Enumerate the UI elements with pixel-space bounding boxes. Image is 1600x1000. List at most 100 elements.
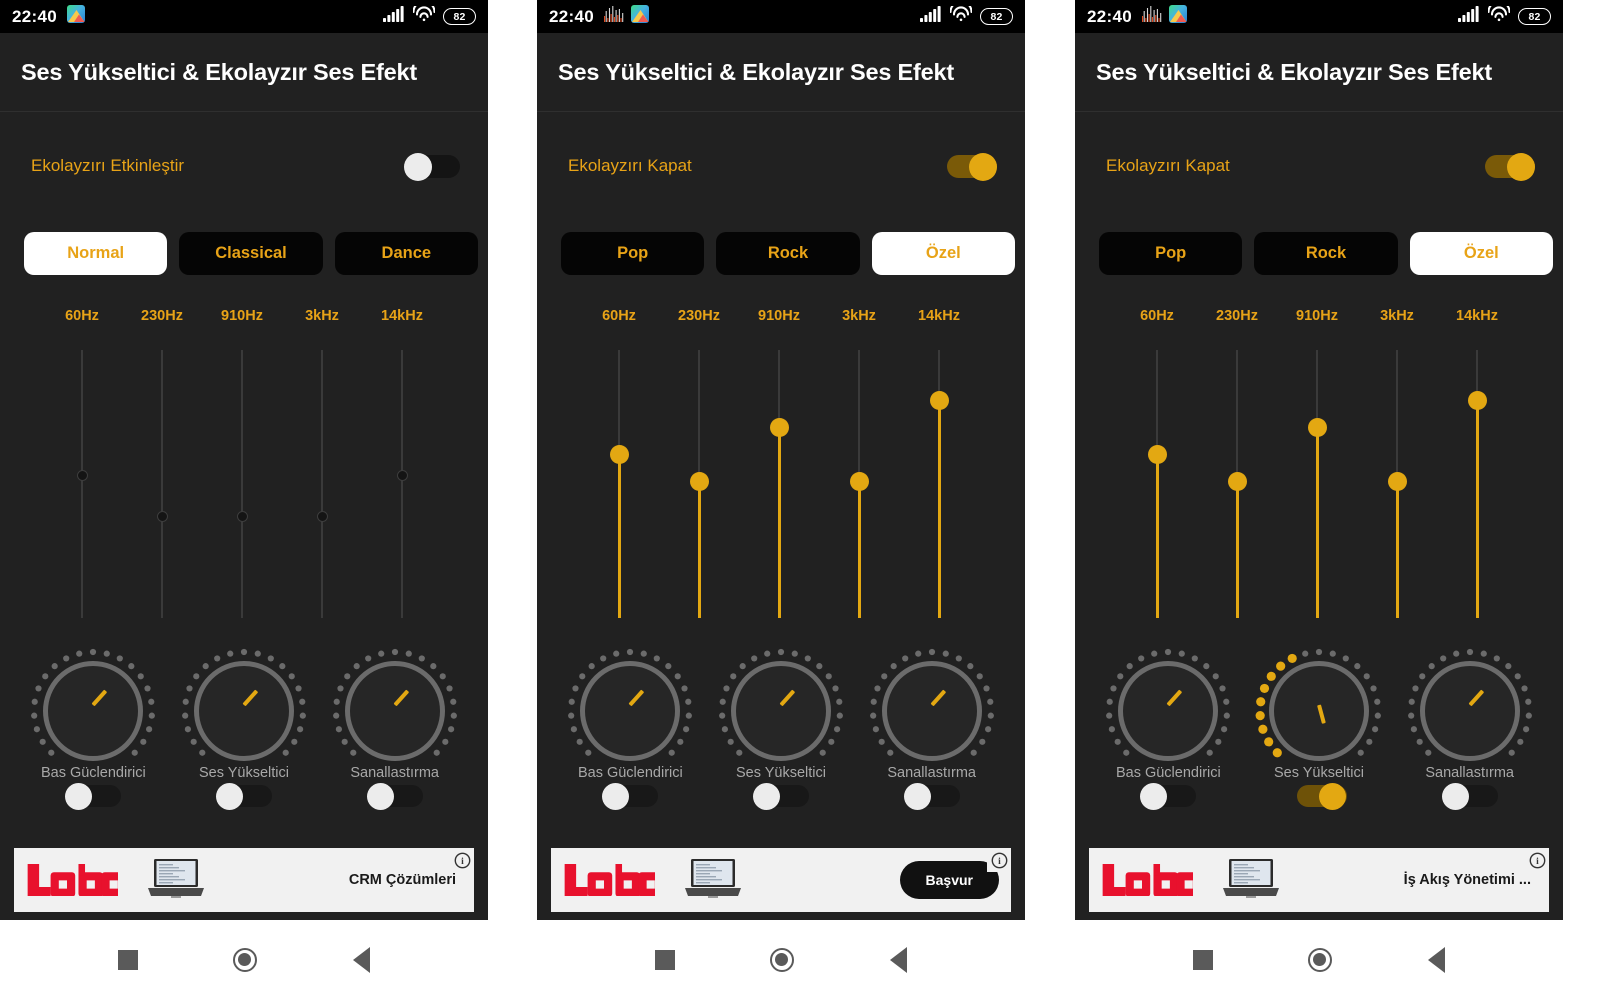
slider-fill <box>777 427 781 618</box>
equalizer-slider-910Hz[interactable] <box>1277 350 1357 618</box>
home-circle-icon[interactable] <box>233 948 258 972</box>
slider-thumb[interactable] <box>156 510 168 522</box>
equalizer-toggle-switch[interactable] <box>1479 152 1535 181</box>
slider-fill <box>937 400 941 618</box>
equalizer-slider-60Hz[interactable] <box>42 350 122 618</box>
preset-button-rock[interactable]: Rock <box>716 232 860 275</box>
equalizer-slider-60Hz[interactable] <box>1117 350 1197 618</box>
slider-track <box>241 350 243 618</box>
home-circle-icon[interactable] <box>770 948 795 972</box>
equalizer-toggle-label: Ekolayzırı Kapat <box>568 156 692 175</box>
ad-banner[interactable]: İş Akış Yönetimi ... i <box>1089 848 1549 912</box>
effect-toggles <box>1075 783 1563 821</box>
effect-toggle-sesykseltici[interactable] <box>216 783 272 810</box>
preset-button-rock[interactable]: Rock <box>1254 232 1398 275</box>
status-bar-notification-icons <box>1141 5 1187 28</box>
back-triangle-icon[interactable] <box>890 947 908 973</box>
knob-sanallastrma[interactable] <box>866 645 998 764</box>
effect-toggle-sanallastrma[interactable] <box>1441 783 1498 810</box>
knob-sesykseltici[interactable] <box>178 645 310 764</box>
slider-thumb[interactable] <box>1227 471 1247 491</box>
home-circle-icon[interactable] <box>1308 948 1333 972</box>
ad-cta-button[interactable]: Başvur <box>899 861 999 899</box>
preset-button-zel[interactable]: Özel <box>871 232 1015 275</box>
ad-banner[interactable]: CRM Çözümleri i <box>14 848 474 912</box>
equalizer-slider-230Hz[interactable] <box>659 350 739 618</box>
preset-button-zel[interactable]: Özel <box>1409 232 1553 275</box>
slider-thumb[interactable] <box>769 418 789 438</box>
effect-toggle-basgclendirici[interactable] <box>65 783 122 810</box>
ad-info-icon[interactable]: i <box>987 848 1011 872</box>
panel-3: 22:40 82 Ses Yükseltici & Ekolayzır Ses Ef… <box>1075 0 1563 1000</box>
slider-thumb[interactable] <box>1307 418 1327 438</box>
slider-thumb[interactable] <box>929 391 949 411</box>
slider-thumb[interactable] <box>396 470 408 482</box>
equalizer-slider-3kHz[interactable] <box>282 350 362 618</box>
equalizer-slider-60Hz[interactable] <box>579 350 659 618</box>
recents-square-icon[interactable] <box>117 950 138 970</box>
equalizer-slider-230Hz[interactable] <box>122 350 202 618</box>
preset-button-pop[interactable]: Pop <box>561 232 705 275</box>
status-bar-notification-icons <box>66 5 85 28</box>
ad-banner[interactable]: Başvur i <box>551 848 1011 912</box>
back-triangle-icon[interactable] <box>1428 947 1446 973</box>
slider-thumb[interactable] <box>1387 471 1407 491</box>
equalizer-slider-910Hz[interactable] <box>202 350 282 618</box>
slider-thumb[interactable] <box>316 510 328 522</box>
equalizer-toggle-switch[interactable] <box>941 152 997 181</box>
frequency-labels: 60Hz 230Hz 910Hz 3kHz 14kHz <box>1075 308 1563 334</box>
knob-basgclendirici[interactable] <box>1102 645 1234 764</box>
equalizer-slider-14kHz[interactable] <box>362 350 442 618</box>
slider-thumb[interactable] <box>849 471 869 491</box>
slider-thumb[interactable] <box>1147 445 1167 465</box>
recents-square-icon[interactable] <box>1192 950 1213 970</box>
knob-column-0: Bas Güclendirici <box>18 645 169 781</box>
slider-thumb[interactable] <box>1467 391 1487 411</box>
ad-info-icon[interactable]: i <box>450 848 474 872</box>
preset-button-dance[interactable]: Dance <box>334 232 478 275</box>
status-bar: 22:40 82 <box>537 0 1025 33</box>
effect-toggle-sanallastrma[interactable] <box>903 783 960 810</box>
preset-button-normal[interactable]: Normal <box>24 232 168 275</box>
effect-toggle-column-2 <box>319 783 470 821</box>
knob-sesykseltici[interactable] <box>715 645 847 764</box>
equalizer-slider-14kHz[interactable] <box>1437 350 1517 618</box>
preset-button-classical[interactable]: Classical <box>179 232 323 275</box>
toggle-thumb <box>903 783 931 810</box>
knob-ring <box>1118 661 1219 761</box>
svg-text:i: i <box>998 857 1001 867</box>
equalizer-slider-3kHz[interactable] <box>1357 350 1437 618</box>
effect-toggle-sanallastrma[interactable] <box>366 783 423 810</box>
effect-toggle-sesykseltici[interactable] <box>1291 783 1347 810</box>
frequency-label-2: 910Hz <box>1296 308 1338 324</box>
equalizer-slider-230Hz[interactable] <box>1197 350 1277 618</box>
equalizer-slider-910Hz[interactable] <box>739 350 819 618</box>
preset-button-pop[interactable]: Pop <box>1099 232 1243 275</box>
effect-toggle-basgclendirici[interactable] <box>602 783 659 810</box>
slider-fill <box>1475 400 1479 618</box>
effect-toggle-sesykseltici[interactable] <box>753 783 809 810</box>
svg-text:i: i <box>461 857 464 867</box>
knob-sanallastrma[interactable] <box>329 645 461 764</box>
knob-basgclendirici[interactable] <box>27 645 159 764</box>
wifi-icon <box>1487 0 1511 27</box>
equalizer-toggle-switch[interactable] <box>404 152 460 181</box>
equalizer-slider-14kHz[interactable] <box>899 350 979 618</box>
equalizer-slider-3kHz[interactable] <box>819 350 899 618</box>
knob-sesykseltici[interactable] <box>1253 645 1385 764</box>
back-triangle-icon[interactable] <box>353 947 371 973</box>
slider-thumb[interactable] <box>76 470 88 482</box>
knob-sanallastrma[interactable] <box>1404 645 1536 764</box>
slider-thumb[interactable] <box>236 510 248 522</box>
effect-toggle-basgclendirici[interactable] <box>1140 783 1197 810</box>
ad-info-icon[interactable]: i <box>1525 848 1549 872</box>
recents-square-icon[interactable] <box>654 950 675 970</box>
slider-fill <box>1315 427 1319 618</box>
slider-track <box>81 350 83 618</box>
slider-thumb[interactable] <box>689 471 709 491</box>
knob-basgclendirici[interactable] <box>564 645 696 764</box>
panel-1: 22:40 82 Ses Yükseltici & Ekolayzır Ses Ef… <box>0 0 488 1000</box>
slider-thumb[interactable] <box>609 445 629 465</box>
battery-icon: 82 <box>980 8 1013 25</box>
knob-column-0: Bas Güclendirici <box>1093 645 1244 781</box>
